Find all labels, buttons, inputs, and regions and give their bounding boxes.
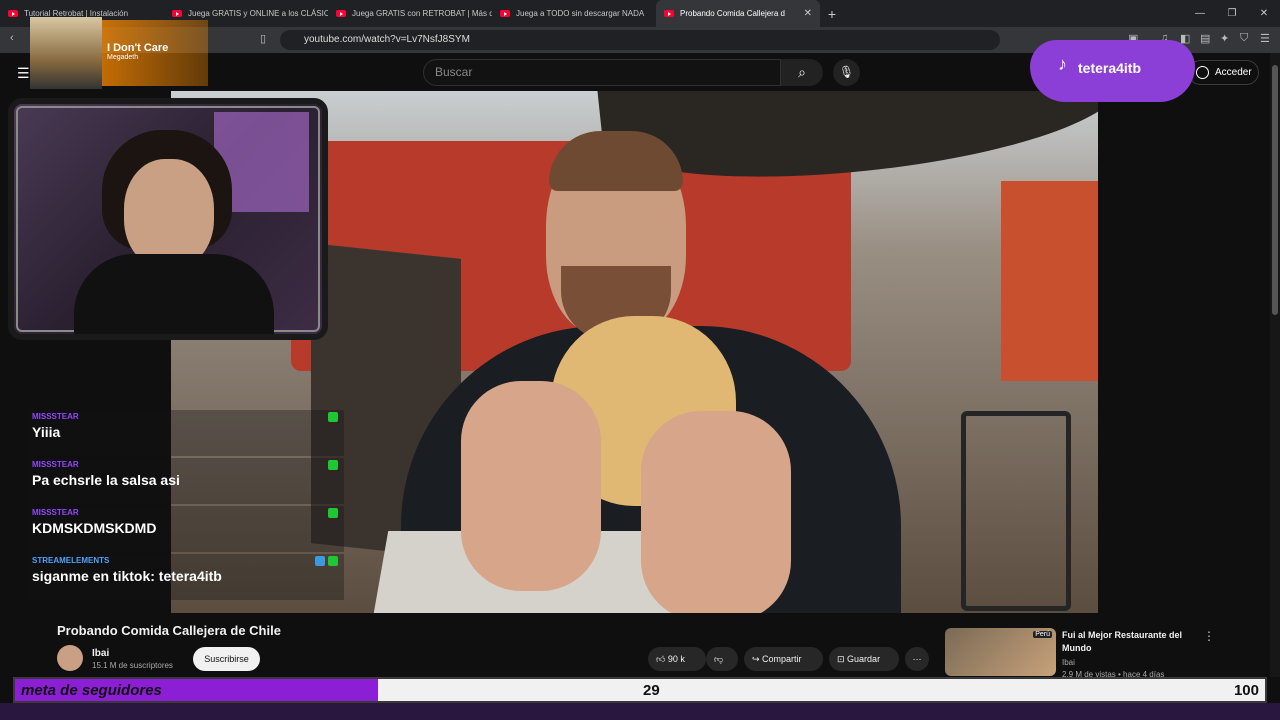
tab-label: Juega GRATIS y ONLINE a los CLÁSIC	[188, 9, 328, 18]
more-options-icon[interactable]: ⋮	[1203, 629, 1215, 643]
tab-label: Juega a TODO sin descargar NADA	[516, 9, 645, 18]
chair	[961, 411, 1071, 611]
url-field[interactable]: youtube.com/watch?v=Lv7NsfJ8SYM	[280, 30, 1000, 50]
goal-target: 100	[1233, 682, 1259, 699]
badge-icon	[328, 412, 338, 422]
ai-icon[interactable]: ✦	[1220, 32, 1229, 45]
chat-user: MISSSTEAR	[32, 508, 79, 517]
channel-name[interactable]: Ibai	[92, 648, 109, 659]
search-input[interactable]: Buscar	[423, 59, 781, 86]
album-art	[30, 17, 102, 89]
chat-user: MISSSTEAR	[32, 460, 79, 469]
tab-label: Juega GRATIS con RETROBAT | Más d	[352, 9, 492, 18]
goal-label: meta de seguidores	[21, 682, 162, 699]
badge-icon	[328, 508, 338, 518]
song-artist: Megadeth	[107, 54, 139, 61]
like-count: 90 k	[667, 654, 685, 664]
sidebar-area	[1098, 91, 1270, 613]
badge-icon	[328, 460, 338, 470]
close-tab-icon[interactable]: ✕	[804, 8, 812, 19]
save-button[interactable]: ⊡ Guardar	[829, 647, 899, 671]
channel-avatar[interactable]	[57, 645, 83, 671]
overlay-decoration	[0, 703, 1280, 720]
chat-message: STREAMELEMENTS siganme en tiktok: tetera…	[28, 554, 344, 600]
chat-message: MISSSTEAR KDMSKDMSKDMD	[28, 506, 344, 552]
chat-user: STREAMELEMENTS	[32, 556, 110, 565]
more-actions-button[interactable]: ⋯	[905, 647, 929, 671]
youtube-favicon-icon	[664, 10, 674, 17]
flag-badge: Perú	[1033, 631, 1052, 638]
microphone-icon[interactable]: 🎙	[833, 59, 860, 86]
new-tab-button[interactable]: +	[820, 6, 844, 22]
recommended-title[interactable]: Fui al Mejor Restaurante del Mundo	[1062, 629, 1192, 655]
scrollbar-thumb[interactable]	[1272, 65, 1278, 315]
chat-text: Pa echsrle la salsa asi	[32, 472, 180, 488]
video-info: Probando Comida Callejera de Chile Ibai …	[0, 613, 1280, 679]
webcam-frame	[8, 98, 328, 340]
subscribe-button[interactable]: Suscribirse	[193, 647, 260, 671]
browser-tab-active[interactable]: Probando Comida Callejera d ✕	[656, 0, 820, 27]
like-button[interactable]: 👍︎ 90 k	[648, 647, 706, 671]
close-window-icon[interactable]: ✕	[1248, 0, 1280, 27]
recommended-thumbnail[interactable]: Perú	[945, 628, 1056, 676]
recommended-channel[interactable]: Ibai	[1062, 658, 1075, 667]
maximize-icon[interactable]: ❐	[1216, 0, 1248, 27]
youtube-favicon-icon	[8, 10, 18, 17]
goal-current: 29	[643, 682, 660, 699]
now-playing-info: I Don't Care Megadeth	[102, 20, 208, 86]
now-playing-widget: I Don't Care Megadeth	[30, 17, 208, 89]
window-controls: — ❐ ✕	[1184, 0, 1280, 27]
bookmark-icon[interactable]: ▯	[260, 32, 266, 45]
video-title: Probando Comida Callejera de Chile	[57, 623, 281, 638]
subscriber-count: 15.1 M de suscriptores	[92, 661, 173, 670]
song-title: I Don't Care	[107, 42, 169, 54]
sign-in-label: Acceder	[1215, 67, 1252, 78]
dislike-button[interactable]: 👎︎	[706, 647, 738, 671]
chat-overlay: MISSSTEAR Yiiia MISSSTEAR Pa echsrle la …	[28, 410, 344, 602]
chat-text: Yiiia	[32, 424, 61, 440]
chat-text: KDMSKDMSKDMD	[32, 520, 157, 536]
browser-tab[interactable]: Juega a TODO sin descargar NADA	[492, 0, 656, 27]
menu-dots-icon[interactable]: ☰	[1260, 32, 1270, 45]
scrollbar[interactable]	[1270, 53, 1280, 677]
youtube-favicon-icon	[500, 10, 510, 17]
wallet-icon[interactable]: ▤	[1200, 32, 1210, 45]
follower-goal-bar: meta de seguidores 29 100	[13, 677, 1267, 703]
tiktok-handle: tetera4itb	[1078, 60, 1142, 76]
tiktok-logo-icon: ♪	[1058, 54, 1067, 74]
url-text: youtube.com/watch?v=Lv7NsfJ8SYM	[304, 34, 470, 45]
chat-message: MISSSTEAR Yiiia	[28, 410, 344, 456]
browser-tab[interactable]: Juega GRATIS con RETROBAT | Más d	[328, 0, 492, 27]
share-icon: ↪	[752, 654, 763, 664]
share-button[interactable]: ↪ Compartir	[744, 647, 823, 671]
shield-icon[interactable]: ⛉	[1240, 32, 1248, 45]
chat-message: MISSSTEAR Pa echsrle la salsa asi	[28, 458, 344, 504]
save-label: Guardar	[847, 654, 881, 664]
chat-user: MISSSTEAR	[32, 412, 79, 421]
left-hand	[461, 381, 601, 591]
thumbs-up-icon: 👍︎	[656, 654, 668, 664]
user-icon	[1196, 66, 1209, 79]
save-icon: ⊡	[837, 654, 848, 664]
chat-text: siganme en tiktok: tetera4itb	[32, 568, 222, 584]
tiktok-badge: ♪ tetera4itb	[1030, 40, 1195, 102]
streamer-shirt	[74, 254, 274, 334]
youtube-favicon-icon	[336, 10, 346, 17]
bus-background	[1001, 181, 1098, 381]
streamer-face	[124, 159, 214, 269]
minimize-icon[interactable]: —	[1184, 0, 1216, 27]
back-arrow-icon[interactable]: ‹	[10, 32, 14, 44]
bot-badge-icon	[315, 556, 325, 566]
hamburger-menu-icon[interactable]: ☰	[17, 65, 30, 82]
search-icon[interactable]: ⌕	[781, 59, 823, 86]
tab-label: Probando Comida Callejera d	[680, 9, 785, 18]
thumbs-down-icon: 👎︎	[714, 654, 724, 664]
sign-in-button[interactable]: Acceder	[1188, 60, 1259, 85]
search-placeholder: Buscar	[435, 65, 473, 79]
right-hand	[641, 411, 791, 613]
share-label: Compartir	[762, 654, 802, 664]
youtube-favicon-icon	[172, 10, 182, 17]
badge-icon	[328, 556, 338, 566]
